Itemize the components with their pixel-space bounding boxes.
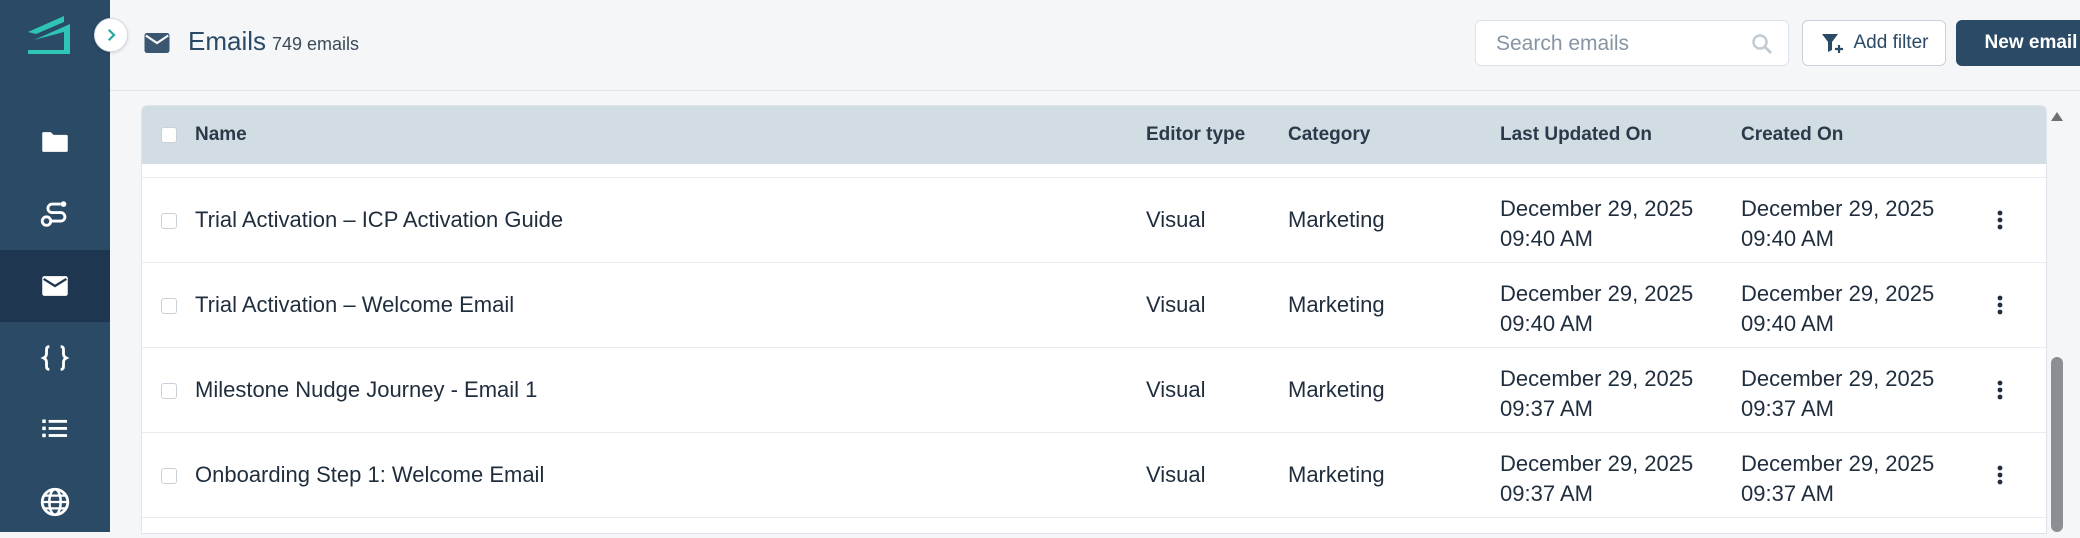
created-time: 09:40 AM xyxy=(1741,311,1834,336)
add-filter-label: Add filter xyxy=(1853,32,1929,53)
created-date: December 29, 2025 xyxy=(1741,451,1935,476)
column-header-created[interactable]: Created On xyxy=(1741,124,1843,146)
email-name[interactable]: Trial Activation – Welcome Email xyxy=(195,292,514,318)
sidebar-item-lists[interactable] xyxy=(0,392,110,464)
more-options-icon[interactable] xyxy=(1988,378,2012,402)
curly-braces-icon xyxy=(40,345,70,371)
column-header-category[interactable]: Category xyxy=(1288,124,1370,146)
sidebar xyxy=(0,0,110,532)
table-row[interactable]: Milestone Nudge Journey - Email 1 Visual… xyxy=(142,347,2046,433)
scrollbar-thumb[interactable] xyxy=(2051,357,2063,532)
created-date: December 29, 2025 xyxy=(1741,366,1935,391)
created-time: 09:40 AM xyxy=(1741,226,1834,251)
updated-date: December 29, 2025 xyxy=(1500,451,1694,476)
created-on: December 29, 2025 09:40 AM xyxy=(1741,194,1934,254)
search-box xyxy=(1475,20,1789,67)
search-input[interactable] xyxy=(1494,21,1748,67)
sidebar-item-journeys[interactable] xyxy=(0,178,110,250)
last-updated: December 29, 2025 09:40 AM xyxy=(1500,279,1693,339)
folder-icon xyxy=(42,132,68,152)
logo-icon[interactable] xyxy=(26,14,72,56)
emails-table: Name Editor type Category Last Updated O… xyxy=(141,105,2047,534)
sidebar-item-domains[interactable] xyxy=(0,466,110,538)
last-updated: December 29, 2025 09:40 AM xyxy=(1500,194,1693,254)
row-checkbox[interactable] xyxy=(161,298,177,314)
more-options-icon[interactable] xyxy=(1988,463,2012,487)
created-time: 09:37 AM xyxy=(1741,396,1834,421)
editor-type: Visual xyxy=(1146,292,1206,317)
row-checkbox[interactable] xyxy=(161,383,177,399)
more-options-icon[interactable] xyxy=(1988,293,2012,317)
created-date: December 29, 2025 xyxy=(1741,196,1935,221)
table-row[interactable]: Trial Activation – Welcome Email Visual … xyxy=(142,262,2046,348)
editor-type: Visual xyxy=(1146,377,1206,402)
editor-type: Visual xyxy=(1146,207,1206,232)
table-row[interactable]: Trial Activation – ICP Activation Guide … xyxy=(142,177,2046,263)
header: Emails 749 emails Add filter New email xyxy=(110,0,2080,91)
updated-date: December 29, 2025 xyxy=(1500,196,1694,221)
column-header-last-updated[interactable]: Last Updated On xyxy=(1500,124,1652,146)
email-name[interactable]: Onboarding Step 1: Welcome Email xyxy=(195,462,544,488)
mail-icon xyxy=(144,33,170,53)
table-header: Name Editor type Category Last Updated O… xyxy=(142,106,2046,164)
email-name[interactable]: Trial Activation – ICP Activation Guide xyxy=(195,207,563,233)
updated-date: December 29, 2025 xyxy=(1500,366,1694,391)
column-header-editor-type[interactable]: Editor type xyxy=(1146,124,1245,146)
mail-icon xyxy=(42,276,68,296)
table-scrollbar[interactable] xyxy=(2050,105,2064,532)
expand-sidebar-button[interactable] xyxy=(94,18,128,52)
created-on: December 29, 2025 09:40 AM xyxy=(1741,279,1934,339)
chevron-right-icon xyxy=(107,28,116,42)
sidebar-item-folders[interactable] xyxy=(0,106,110,178)
last-updated: December 29, 2025 09:37 AM xyxy=(1500,364,1693,424)
created-on: December 29, 2025 09:37 AM xyxy=(1741,449,1934,509)
sidebar-item-emails[interactable] xyxy=(0,250,110,322)
category: Marketing xyxy=(1288,292,1385,317)
email-count: 749 emails xyxy=(272,34,360,54)
more-options-icon[interactable] xyxy=(1988,208,2012,232)
category: Marketing xyxy=(1288,462,1385,487)
created-time: 09:37 AM xyxy=(1741,481,1834,506)
last-updated: December 29, 2025 09:37 AM xyxy=(1500,449,1693,509)
row-checkbox[interactable] xyxy=(161,213,177,229)
row-checkbox[interactable] xyxy=(161,468,177,484)
updated-time: 09:37 AM xyxy=(1500,481,1593,506)
journey-icon xyxy=(40,201,67,227)
created-date: December 29, 2025 xyxy=(1741,281,1935,306)
created-on: December 29, 2025 09:37 AM xyxy=(1741,364,1934,424)
table-row[interactable] xyxy=(142,517,2046,533)
table-row[interactable]: Onboarding Step 1: Welcome Email Visual … xyxy=(142,432,2046,518)
add-filter-button[interactable]: Add filter xyxy=(1802,20,1946,66)
updated-date: December 29, 2025 xyxy=(1500,281,1694,306)
sidebar-item-variables[interactable] xyxy=(0,322,110,394)
updated-time: 09:37 AM xyxy=(1500,396,1593,421)
email-name[interactable]: Milestone Nudge Journey - Email 1 xyxy=(195,377,537,403)
scroll-up-arrow-icon[interactable] xyxy=(2051,111,2063,121)
column-header-name[interactable]: Name xyxy=(195,124,247,146)
updated-time: 09:40 AM xyxy=(1500,311,1593,336)
category: Marketing xyxy=(1288,207,1385,232)
search-icon[interactable] xyxy=(1750,32,1774,56)
globe-icon xyxy=(40,487,70,517)
filter-add-icon xyxy=(1821,34,1843,53)
list-icon xyxy=(42,419,68,438)
select-all-checkbox[interactable] xyxy=(161,127,177,143)
editor-type: Visual xyxy=(1146,462,1206,487)
new-email-button[interactable]: New email xyxy=(1956,20,2080,66)
page-title: Emails xyxy=(188,26,267,56)
category: Marketing xyxy=(1288,377,1385,402)
updated-time: 09:40 AM xyxy=(1500,226,1593,251)
